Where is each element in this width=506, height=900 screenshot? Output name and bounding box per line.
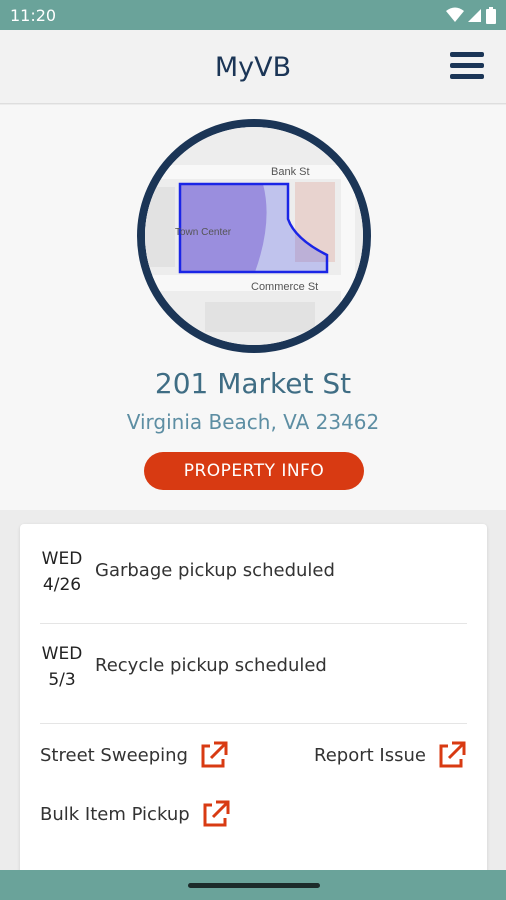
property-map[interactable]: Bank St Town Center Commerce St — [137, 119, 371, 353]
status-bar: 11:20 — [0, 0, 506, 30]
schedule-date: WED 5/3 — [40, 641, 84, 693]
property-city: Virginia Beach, VA 23462 — [126, 410, 380, 434]
external-link-icon — [203, 800, 230, 827]
report-issue-label: Report Issue — [314, 744, 426, 766]
wifi-icon — [446, 7, 464, 22]
property-hero: Bank St Town Center Commerce St 201 Mark… — [0, 105, 506, 510]
schedule-text: Recycle pickup scheduled — [95, 655, 327, 676]
bulk-item-pickup-label: Bulk Item Pickup — [40, 803, 190, 825]
status-icons — [446, 5, 496, 25]
map-label-bank-st: Bank St — [271, 166, 310, 178]
signal-icon — [468, 9, 481, 22]
map-label-commerce-st: Commerce St — [251, 281, 318, 293]
schedule-text: Garbage pickup scheduled — [95, 560, 335, 581]
report-issue-link[interactable]: Report Issue — [314, 740, 466, 770]
external-link-icon — [439, 741, 466, 768]
status-time: 11:20 — [10, 6, 57, 25]
gesture-handle[interactable] — [188, 883, 320, 888]
schedule-card: WED 4/26 Garbage pickup scheduled WED 5/… — [20, 524, 487, 884]
street-sweeping-label: Street Sweeping — [40, 744, 188, 766]
property-street: 201 Market St — [154, 367, 352, 400]
schedule-day: WED — [41, 549, 83, 569]
app-title: MyVB — [214, 52, 292, 83]
map-label-town-center: Town Center — [175, 227, 232, 238]
navigation-bar — [0, 870, 506, 900]
property-info-button[interactable]: PROPERTY INFO — [144, 452, 364, 490]
schedule-date: WED 4/26 — [40, 546, 84, 598]
schedule-day: WED — [41, 644, 83, 664]
street-sweeping-link[interactable]: Street Sweeping — [40, 740, 228, 770]
schedule-date-value: 5/3 — [48, 670, 76, 690]
battery-icon — [486, 6, 496, 24]
bulk-item-pickup-link[interactable]: Bulk Item Pickup — [40, 799, 230, 829]
divider — [40, 623, 467, 624]
schedule-row[interactable]: WED 5/3 Recycle pickup scheduled — [40, 641, 467, 721]
hamburger-menu-icon[interactable] — [450, 50, 484, 82]
schedule-row[interactable]: WED 4/26 Garbage pickup scheduled — [40, 546, 467, 626]
divider — [40, 723, 467, 724]
schedule-date-value: 4/26 — [42, 575, 82, 595]
external-link-icon — [201, 741, 228, 768]
app-bar: MyVB — [0, 30, 506, 104]
